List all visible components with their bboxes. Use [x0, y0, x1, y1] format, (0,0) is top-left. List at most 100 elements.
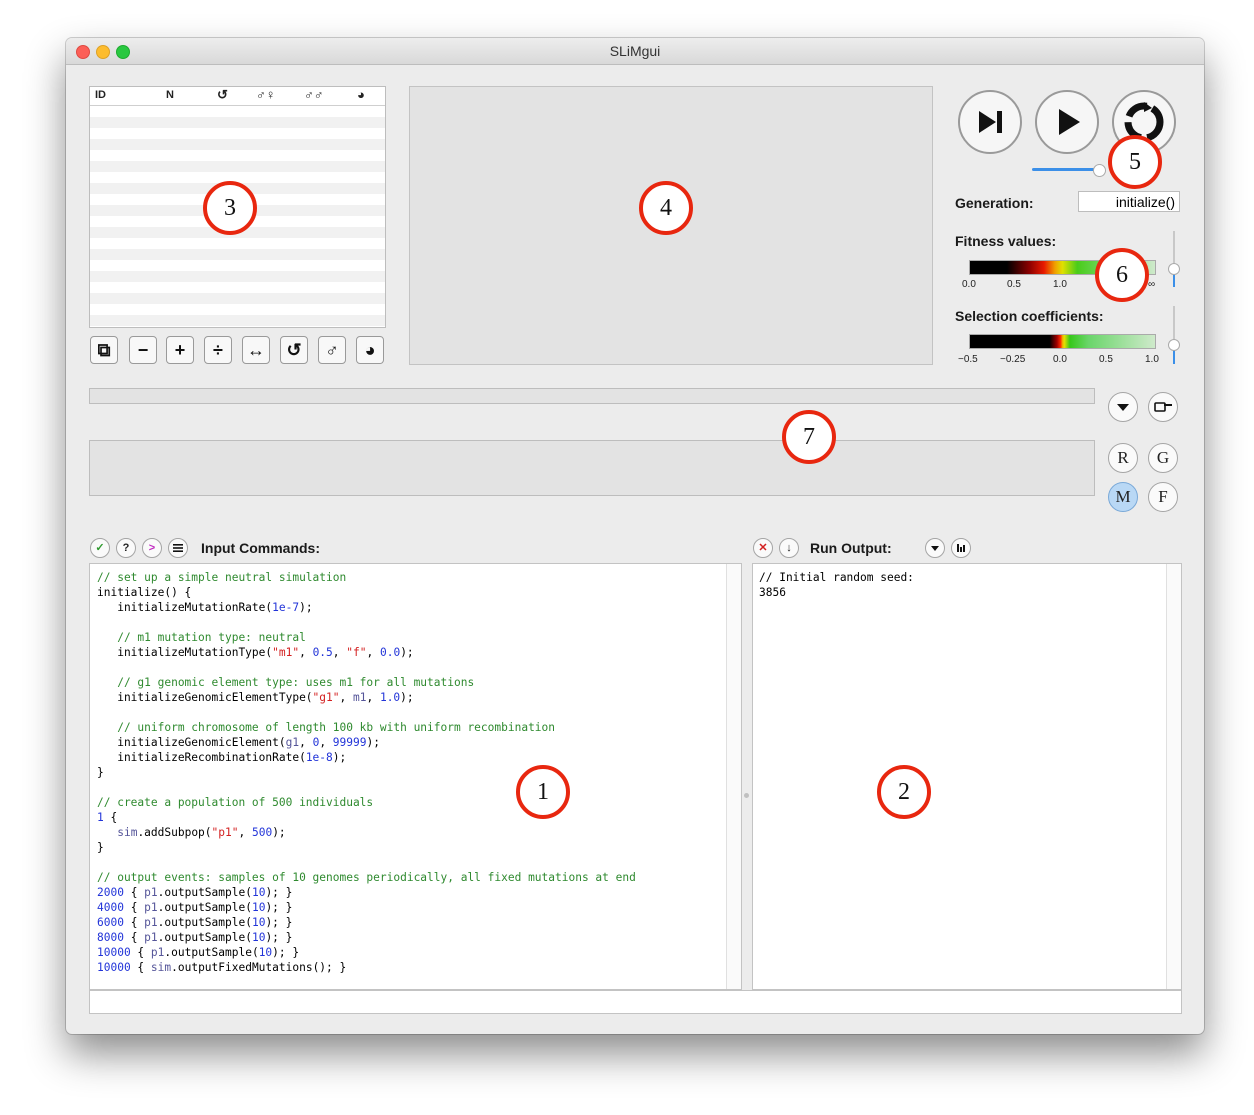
script-line[interactable]: initializeRecombinationRate(1e-8); — [97, 750, 636, 765]
script-line[interactable]: // set up a simple neutral simulation — [97, 570, 636, 585]
script-line[interactable]: 10000 { sim.outputFixedMutations(); } — [97, 960, 636, 975]
script-token: 6000 — [97, 916, 124, 929]
step-button[interactable] — [958, 90, 1022, 154]
play-icon — [1059, 109, 1080, 135]
script-line[interactable]: initializeMutationType("m1", 0.5, "f", 0… — [97, 645, 636, 660]
column-male-male[interactable]: ♂♂ — [304, 87, 324, 102]
script-line[interactable]: sim.addSubpop("p1", 500); — [97, 825, 636, 840]
script-line[interactable]: initializeGenomicElementType("g1", m1, 1… — [97, 690, 636, 705]
speed-slider-knob[interactable] — [1093, 164, 1106, 177]
select-subpop-button[interactable]: ⧉ — [90, 336, 118, 364]
graphs-button[interactable] — [951, 538, 971, 558]
add-subpop-button[interactable]: + — [166, 336, 194, 364]
script-scrollbar[interactable] — [726, 564, 741, 989]
dump-population-button[interactable]: ↓ — [779, 538, 799, 558]
sex-ratio-button[interactable]: ♂ — [318, 336, 346, 364]
script-token: ); — [366, 736, 380, 749]
status-bar — [89, 990, 1182, 1014]
script-token: initialize() { — [97, 586, 192, 599]
script-token: // m1 mutation type: neutral — [97, 631, 306, 644]
script-line[interactable]: 2000 { p1.outputSample(10); } — [97, 885, 636, 900]
show-mutations-button[interactable]: M — [1108, 482, 1138, 512]
chromosome-zoomed-view[interactable] — [89, 440, 1095, 496]
step-icon — [979, 111, 1002, 133]
script-line[interactable]: 4000 { p1.outputSample(10); } — [97, 900, 636, 915]
script-line[interactable]: 6000 { p1.outputSample(10); } — [97, 915, 636, 930]
cloning-button[interactable]: ◕ — [356, 336, 384, 364]
play-button[interactable] — [1035, 90, 1099, 154]
script-line[interactable]: // output events: samples of 10 genomes … — [97, 870, 636, 885]
script-token: { — [130, 961, 151, 974]
script-line[interactable]: initializeMutationRate(1e-7); — [97, 600, 636, 615]
script-line[interactable]: // g1 genomic element type: uses m1 for … — [97, 675, 636, 690]
selection-label: Selection coefficients: — [955, 308, 1104, 324]
column-n[interactable]: N — [166, 89, 174, 101]
help-button[interactable]: ? — [116, 538, 136, 558]
column-selfing[interactable]: ↺ — [217, 87, 228, 103]
dropdown-icon — [1117, 404, 1129, 411]
remove-subpop-button[interactable]: − — [129, 336, 157, 364]
column-sex-ratio[interactable]: ◕ — [357, 87, 365, 102]
input-commands-header: Input Commands: — [201, 540, 320, 556]
chromosome-options-button[interactable] — [1108, 392, 1138, 422]
script-line[interactable]: initialize() { — [97, 585, 636, 600]
script-token: initializeGenomicElement( — [97, 736, 286, 749]
column-male-female[interactable]: ♂♀ — [256, 87, 276, 102]
pointer-button[interactable] — [1148, 392, 1178, 422]
script-line[interactable]: initializeGenomicElement(g1, 0, 99999); — [97, 735, 636, 750]
fitness-tick: 0.0 — [962, 279, 976, 290]
list-icon — [173, 544, 183, 552]
pointing-hand-icon — [1154, 402, 1172, 412]
generation-field[interactable]: initialize() — [1078, 191, 1180, 212]
fitness-slider-knob[interactable] — [1168, 263, 1180, 275]
table-header: ID N ↺ ♂♀ ♂♂ ◕ — [90, 87, 385, 106]
script-line[interactable] — [97, 855, 636, 870]
script-token: m1 — [352, 691, 367, 704]
script-token: { — [103, 811, 118, 824]
script-token: { — [123, 886, 145, 899]
output-scrollbar[interactable] — [1166, 564, 1181, 989]
script-token: } — [97, 766, 104, 779]
callout-marker-7: 7 — [782, 410, 836, 464]
script-token: ); — [332, 751, 347, 764]
browser-button[interactable] — [168, 538, 188, 558]
script-editor[interactable]: // set up a simple neutral simulation ini… — [89, 563, 742, 990]
script-line[interactable]: 8000 { p1.outputSample(10); } — [97, 930, 636, 945]
column-id[interactable]: ID — [95, 89, 106, 101]
show-fixed-button[interactable]: F — [1148, 482, 1178, 512]
speed-slider-track[interactable] — [1032, 168, 1098, 171]
clear-output-button[interactable]: ✕ — [753, 538, 773, 558]
script-line[interactable]: // m1 mutation type: neutral — [97, 630, 636, 645]
callout-marker-2: 2 — [877, 765, 931, 819]
script-token: "m1" — [272, 646, 300, 659]
migration-button[interactable]: ↔ — [242, 336, 270, 364]
script-line[interactable]: // uniform chromosome of length 100 kb w… — [97, 720, 636, 735]
script-token: 99999 — [332, 736, 367, 749]
selfing-button[interactable]: ↺ — [280, 336, 308, 364]
selection-slider-knob[interactable] — [1168, 339, 1180, 351]
script-token: initializeGenomicElementType( — [97, 691, 313, 704]
split-view-handle[interactable] — [744, 793, 749, 798]
callout-marker-3: 3 — [203, 181, 257, 235]
show-recombination-button[interactable]: R — [1108, 443, 1138, 473]
script-token: p1 — [144, 931, 158, 944]
callout-marker-1: 1 — [516, 765, 570, 819]
check-script-button[interactable]: ✓ — [90, 538, 110, 558]
console-button[interactable]: > — [142, 538, 162, 558]
script-line[interactable] — [97, 705, 636, 720]
chromosome-overview[interactable] — [89, 388, 1095, 404]
script-token: p1 — [144, 886, 158, 899]
script-token: 10000 — [97, 961, 131, 974]
script-token: { — [123, 931, 145, 944]
script-token: , — [299, 646, 313, 659]
script-line[interactable] — [97, 615, 636, 630]
script-line[interactable] — [97, 660, 636, 675]
callout-marker-6: 6 — [1095, 248, 1149, 302]
output-line: 3856 — [759, 586, 786, 599]
show-genomic-elements-button[interactable]: G — [1148, 443, 1178, 473]
script-token: , — [319, 736, 333, 749]
split-subpop-button[interactable]: ÷ — [204, 336, 232, 364]
graph-menu-button[interactable] — [925, 538, 945, 558]
script-line[interactable]: 10000 { p1.outputSample(10); } — [97, 945, 636, 960]
script-line[interactable]: } — [97, 840, 636, 855]
